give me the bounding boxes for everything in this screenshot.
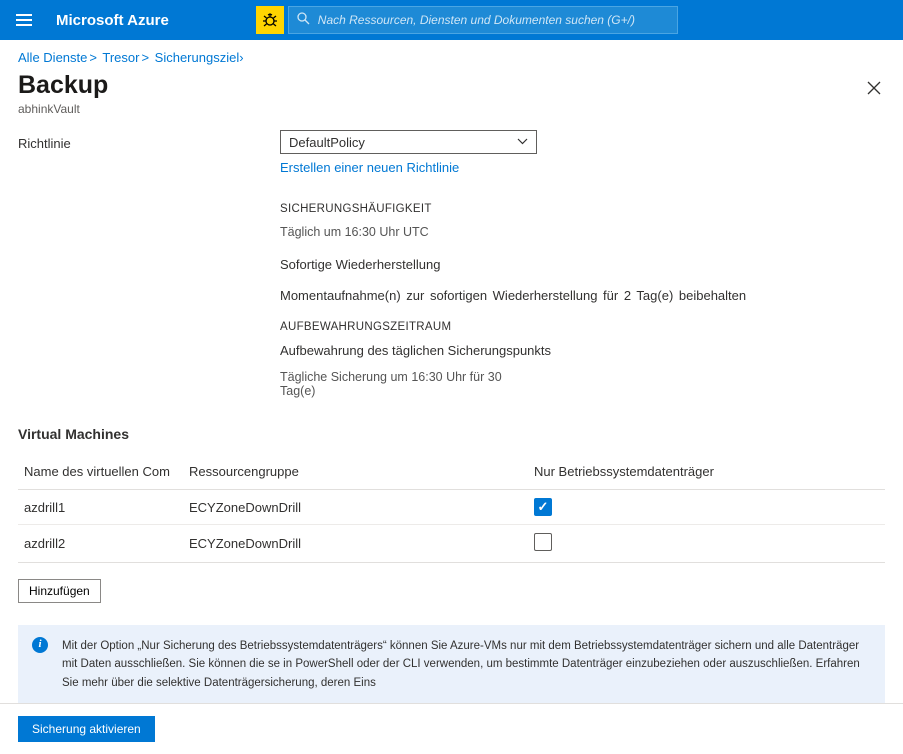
breadcrumb-item-all-services[interactable]: Alle Dienste [18,50,87,65]
info-icon: i [32,637,48,653]
col-vm-name: Name des virtuellen Com [18,454,183,490]
info-banner: i Mit der Option „Nur Sicherung des Betr… [18,625,885,704]
debug-button[interactable] [256,6,284,34]
breadcrumb-separator: > [141,50,149,65]
os-only-checkbox[interactable]: ✓ [534,498,552,516]
table-row: azdrill1 ECYZoneDownDrill ✓ [18,490,885,525]
retention-text: Aufbewahrung des täglichen Sicherungspun… [280,343,885,358]
breadcrumb-item-vault[interactable]: Tresor [102,50,139,65]
search-icon [297,12,310,28]
close-button[interactable] [863,77,885,104]
brand-label: Microsoft Azure [56,12,169,29]
create-policy-link[interactable]: Erstellen einer neuen Richtlinie [280,160,459,175]
vm-rg-cell: ECYZoneDownDrill [183,490,528,525]
close-icon [867,81,881,95]
top-bar: Microsoft Azure [0,0,903,40]
info-text: Mit der Option „Nur Sicherung des Betrie… [62,640,860,689]
policy-select[interactable]: DefaultPolicy [280,130,537,154]
footer: Sicherung aktivieren [0,703,903,754]
content-area: Richtlinie DefaultPolicy Erstellen einer… [0,116,903,704]
add-button[interactable]: Hinzufügen [18,579,101,603]
chevron-down-icon [517,136,528,148]
breadcrumb-item-backup-goal[interactable]: Sicherungsziel [155,50,240,65]
os-only-checkbox[interactable] [534,533,552,551]
vm-rg-cell: ECYZoneDownDrill [183,525,528,563]
retention-detail: Tägliche Sicherung um 16:30 Uhr für 30 T… [280,370,510,398]
page-subtitle: abhinkVault [18,102,108,116]
hamburger-icon [16,14,32,26]
chevron-right-icon: › [239,50,243,65]
retention-heading: AUFBEWAHRUNGSZEITRAUM [280,321,885,333]
bug-icon [262,12,278,28]
breadcrumb: Alle Dienste> Tresor> Sicherungsziel› [0,40,903,71]
search-box[interactable] [288,6,678,34]
frequency-heading: SICHERUNGSHÄUFIGKEIT [280,203,885,215]
menu-button[interactable] [0,0,48,40]
policy-label: Richtlinie [18,130,280,151]
frequency-text: Täglich um 16:30 Uhr UTC [280,225,885,239]
enable-backup-button[interactable]: Sicherung aktivieren [18,716,155,742]
breadcrumb-separator: > [89,50,97,65]
vm-name-cell: azdrill1 [18,490,183,525]
vm-section-title: Virtual Machines [18,426,885,442]
vm-table: Name des virtuellen Com Ressourcengruppe… [18,454,885,563]
page-title: Backup [18,71,108,100]
policy-details: SICHERUNGSHÄUFIGKEIT Täglich um 16:30 Uh… [280,203,885,398]
table-row: azdrill2 ECYZoneDownDrill [18,525,885,563]
col-os-only: Nur Betriebssystemdatenträger [528,454,885,490]
search-input[interactable] [318,13,669,27]
vm-name-cell: azdrill2 [18,525,183,563]
instant-restore-heading: Sofortige Wiederherstellung [280,257,885,272]
policy-selected-value: DefaultPolicy [289,135,365,150]
title-bar: Backup abhinkVault [0,71,903,116]
col-resource-group: Ressourcengruppe [183,454,528,490]
instant-restore-text: Momentaufnahme(n) zur sofortigen Wiederh… [280,288,885,303]
